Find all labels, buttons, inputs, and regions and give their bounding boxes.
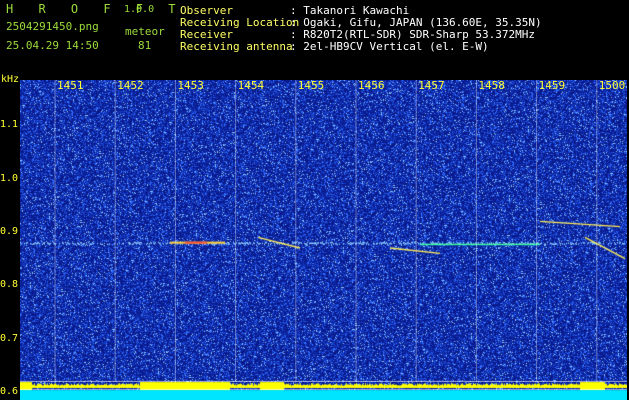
- x-tick-label: 1456: [358, 79, 385, 92]
- x-tick-label: 1455: [297, 79, 325, 92]
- spectrogram: [20, 80, 627, 400]
- info-label-antenna: Receiving antenna: [180, 40, 293, 53]
- app-title: H R O F F T: [6, 2, 185, 16]
- x-tick-label: 1459: [538, 79, 566, 92]
- y-axis-unit: kHz: [1, 74, 20, 85]
- mode-label: meteor: [125, 25, 165, 38]
- x-tick-label: 1457: [418, 79, 445, 92]
- filename: 2504291450.png: [6, 20, 99, 33]
- x-tick-label: 1451: [57, 79, 84, 92]
- x-tick-label: 1454: [237, 79, 265, 92]
- timestamp: 25.04.29 14:50: [6, 39, 99, 52]
- app-version: 1.0.0: [124, 4, 155, 15]
- meteor-count: 81: [138, 39, 152, 52]
- y-tick-label: 0.6: [0, 386, 19, 397]
- y-tick-label: 0.9: [0, 226, 19, 237]
- y-tick-label: 0.7: [0, 332, 19, 344]
- info-value-antenna: : 2el-HB9CV Vertical (el. E-W): [290, 40, 489, 53]
- x-tick-label: 1458: [478, 79, 505, 92]
- y-tick-label: 1.1: [0, 119, 19, 131]
- y-tick-label: 0.8: [0, 279, 19, 291]
- spectrogram-overlay: [20, 80, 627, 390]
- x-tick-label: 1452: [117, 79, 144, 92]
- x-tick-label: 1500: [598, 79, 626, 92]
- x-tick-label: 1453: [177, 79, 204, 92]
- y-tick-label: 1.0: [0, 172, 19, 184]
- hrofft-window: H R O F F T 1.0.0 2504291450.png meteor …: [0, 0, 629, 400]
